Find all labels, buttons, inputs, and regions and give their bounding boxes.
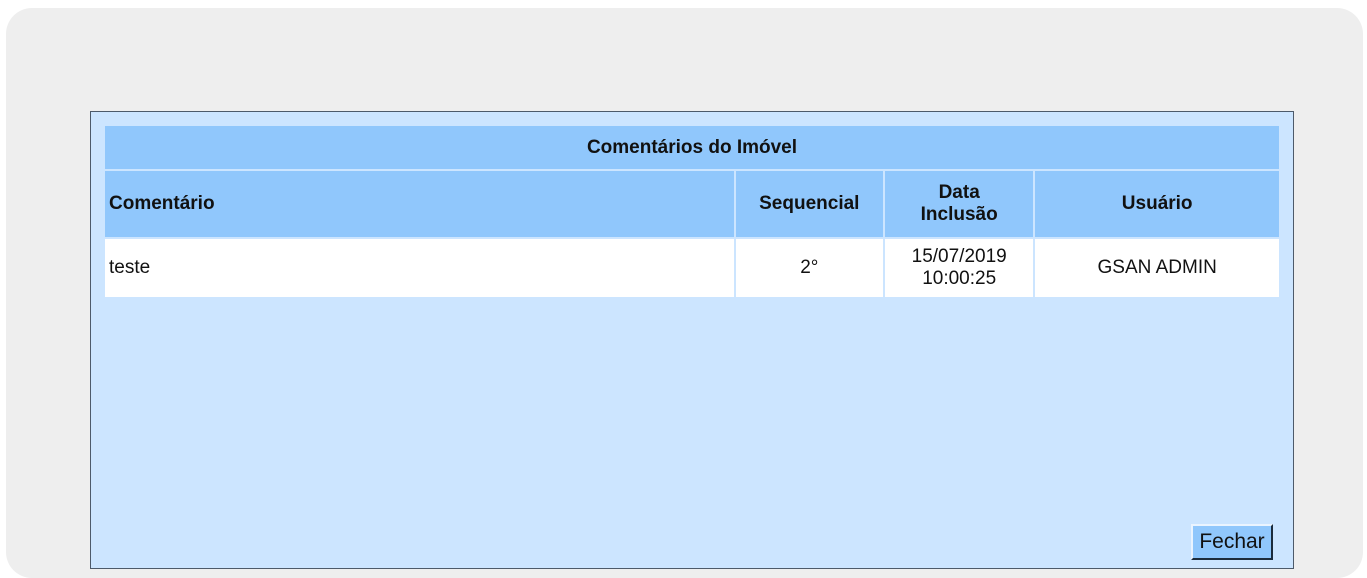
comments-panel: Comentários do Imóvel Comentário Sequenc…	[90, 111, 1294, 569]
header-data-line1: Data	[938, 182, 980, 203]
header-comentario: Comentário	[103, 169, 736, 237]
header-data-line2: Inclusão	[920, 204, 998, 225]
outer-frame: Comentários do Imóvel Comentário Sequenc…	[6, 8, 1363, 578]
cell-comentario: teste	[103, 237, 736, 299]
header-sequencial: Sequencial	[735, 169, 885, 237]
cell-sequencial: 2°	[735, 237, 885, 299]
header-data-inclusao: Data Inclusão	[885, 169, 1036, 237]
header-usuario: Usuário	[1035, 169, 1281, 237]
table-header-row: Comentário Sequencial Data Inclusão Usuá…	[103, 169, 1281, 237]
table-title-row: Comentários do Imóvel	[103, 124, 1281, 169]
cell-usuario: GSAN ADMIN	[1035, 237, 1281, 299]
cell-data-time: 10:00:25	[922, 268, 997, 289]
comments-table: Comentários do Imóvel Comentário Sequenc…	[103, 124, 1281, 299]
cell-data-inclusao: 15/07/2019 10:00:25	[885, 237, 1036, 299]
table-row: teste 2° 15/07/2019 10:00:25 GSAN ADMIN	[103, 237, 1281, 299]
table-title: Comentários do Imóvel	[103, 124, 1281, 169]
cell-data-date: 15/07/2019	[911, 246, 1007, 267]
close-button[interactable]: Fechar	[1191, 524, 1273, 560]
